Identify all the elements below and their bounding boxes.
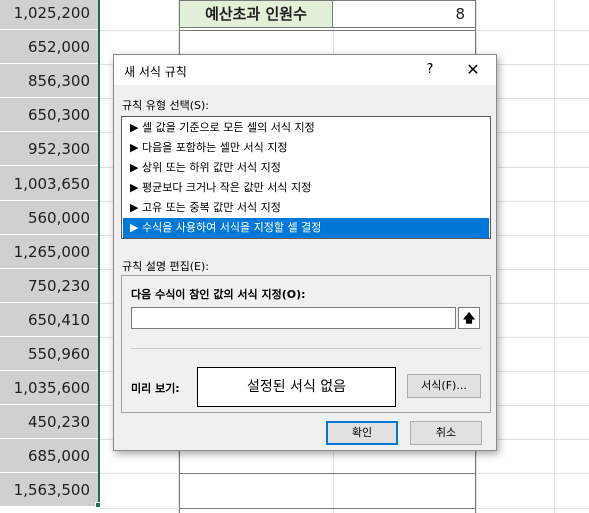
cancel-button[interactable]: 취소: [410, 421, 482, 445]
column-a-cell[interactable]: 952,300: [0, 132, 98, 167]
preview-label: 미리 보기:: [131, 382, 180, 395]
column-a-cell[interactable]: 560,000: [0, 201, 98, 235]
column-a-cell[interactable]: 1,025,200: [0, 0, 98, 30]
fill-handle[interactable]: [95, 502, 101, 508]
rule-type-item[interactable]: ▶ 셀 값을 기준으로 모든 셀의 서식 지정: [123, 118, 489, 138]
column-a-cell[interactable]: 652,000: [0, 30, 98, 65]
dialog-titlebar[interactable]: 새 서식 규칙 ? ✕: [114, 55, 496, 85]
summary-label-cell[interactable]: 예산초과 인원수: [179, 0, 333, 28]
rule-type-item[interactable]: ▶ 상위 또는 하위 값만 서식 지정: [123, 158, 489, 178]
arrow-up-icon: 🡅: [462, 311, 476, 325]
rule-type-item[interactable]: ▶ 고유 또는 중복 값만 서식 지정: [123, 198, 489, 218]
column-a-cell[interactable]: 685,000: [0, 439, 98, 474]
column-a-cell[interactable]: 856,300: [0, 64, 98, 99]
table-row-line: [179, 508, 476, 509]
formula-input[interactable]: [131, 307, 456, 329]
summary-value-cell[interactable]: 8: [333, 0, 476, 28]
close-button[interactable]: ✕: [459, 59, 487, 81]
help-button[interactable]: ?: [419, 59, 441, 81]
rule-edit-panel: 다음 수식이 참인 값의 서식 지정(O): 🡅 미리 보기: 설정된 서식 없…: [121, 275, 491, 413]
grid-line: [554, 0, 555, 513]
column-a-cell[interactable]: 650,410: [0, 303, 98, 337]
column-a-cell[interactable]: 750,230: [0, 269, 98, 303]
column-a-cell[interactable]: 450,230: [0, 405, 98, 440]
rule-type-item[interactable]: ▶ 수식을 사용하여 서식을 지정할 셀 결정: [123, 218, 489, 238]
column-a-cell[interactable]: 1,265,000: [0, 235, 98, 269]
formula-label: 다음 수식이 참인 값의 서식 지정(O):: [131, 288, 306, 301]
column-a-cell[interactable]: 1,003,650: [0, 167, 98, 201]
column-a-cell[interactable]: 650,300: [0, 98, 98, 133]
rule-type-item[interactable]: ▶ 평균보다 크거나 작은 값만 서식 지정: [123, 178, 489, 198]
table-row-line: [179, 30, 476, 31]
rule-type-label: 규칙 유형 선택(S):: [122, 99, 209, 112]
rule-type-item[interactable]: ▶ 다음을 포함하는 셀만 서식 지정: [123, 138, 489, 158]
divider: [131, 348, 481, 349]
rule-type-list[interactable]: ▶ 셀 값을 기준으로 모든 셀의 서식 지정 ▶ 다음을 포함하는 셀만 서식 …: [121, 116, 491, 239]
format-button[interactable]: 서식(F)...: [407, 374, 481, 398]
table-row-line: [179, 473, 476, 474]
column-a-cell[interactable]: 1,563,500: [0, 473, 98, 508]
preview-box: 설정된 서식 없음: [197, 367, 396, 407]
edit-description-label: 규칙 설명 편집(E):: [122, 260, 209, 273]
ok-button[interactable]: 확인: [326, 421, 398, 445]
new-format-rule-dialog: 새 서식 규칙 ? ✕ 규칙 유형 선택(S): ▶ 셀 값을 기준으로 모든 …: [113, 54, 497, 451]
column-a-selection[interactable]: 1,025,200 652,000 856,300 650,300 952,300 1,0…: [0, 0, 100, 508]
collapse-dialog-button[interactable]: 🡅: [458, 307, 480, 329]
column-a-cell[interactable]: 1,035,600: [0, 371, 98, 406]
dialog-title: 새 서식 규칙: [124, 65, 187, 79]
column-a-cell[interactable]: 550,960: [0, 337, 98, 371]
